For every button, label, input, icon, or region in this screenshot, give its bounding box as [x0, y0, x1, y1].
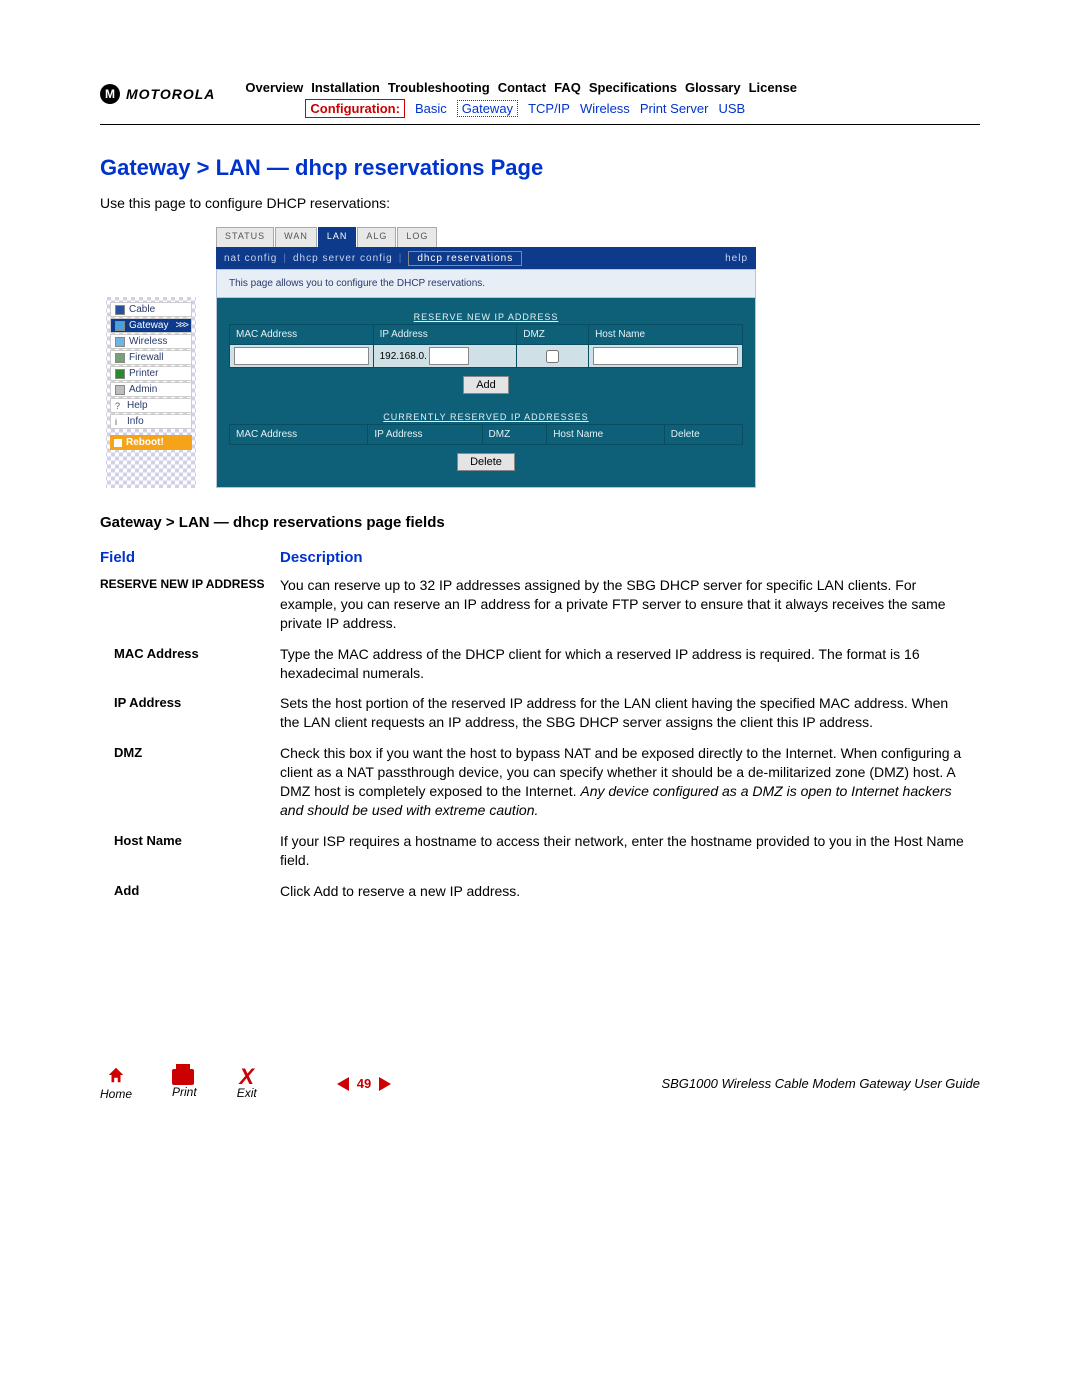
- guide-title: SBG1000 Wireless Cable Modem Gateway Use…: [661, 1076, 980, 1091]
- nav-installation[interactable]: Installation: [311, 80, 380, 95]
- ip-prefix: 192.168.0.: [378, 351, 429, 362]
- ip-address-input[interactable]: [429, 347, 469, 365]
- nav-contact[interactable]: Contact: [498, 80, 546, 95]
- field-name: Add: [100, 876, 280, 907]
- sidenav-info[interactable]: iInfo: [110, 414, 192, 429]
- field-desc: You can reserve up to 32 IP addresses as…: [280, 570, 980, 639]
- field-name: MAC Address: [100, 639, 280, 689]
- pager: 49: [337, 1076, 391, 1091]
- sidenav-firewall[interactable]: Firewall: [110, 350, 192, 365]
- nav-license[interactable]: License: [749, 80, 797, 95]
- tab-status[interactable]: STATUS: [216, 227, 274, 247]
- nav-glossary[interactable]: Glossary: [685, 80, 741, 95]
- next-page-icon[interactable]: [379, 1077, 391, 1091]
- header: M MOTOROLA Overview Installation Troublesh…: [100, 80, 980, 125]
- brand-name: MOTOROLA: [126, 86, 215, 102]
- tab-lan[interactable]: LAN: [318, 227, 357, 247]
- subtab-dhcp-reservations[interactable]: dhcp reservations: [408, 251, 522, 266]
- nav-faq[interactable]: FAQ: [554, 80, 581, 95]
- page-title: Gateway > LAN — dhcp reservations Page: [100, 155, 980, 181]
- reserve-new-table: MAC AddressIP AddressDMZHost Name 192.16…: [229, 324, 743, 368]
- field-desc: Sets the host portion of the reserved IP…: [280, 688, 980, 738]
- footer-print[interactable]: Print: [172, 1069, 197, 1099]
- brand-logo: M MOTOROLA: [100, 84, 215, 104]
- motorola-icon: M: [100, 84, 120, 104]
- field-desc: Type the MAC address of the DHCP client …: [280, 639, 980, 689]
- sidenav-printer[interactable]: Printer: [110, 366, 192, 381]
- field-desc: If your ISP requires a hostname to acces…: [280, 826, 980, 876]
- nav-configuration[interactable]: Configuration:: [305, 99, 405, 118]
- close-icon: X: [237, 1068, 257, 1086]
- nav-troubleshooting[interactable]: Troubleshooting: [388, 80, 490, 95]
- document-page: M MOTOROLA Overview Installation Troublesh…: [0, 0, 1080, 1141]
- sidenav-admin[interactable]: Admin: [110, 382, 192, 397]
- subtab-nat-config[interactable]: nat config: [224, 253, 277, 264]
- tab-log[interactable]: LOG: [397, 227, 437, 247]
- sidenav-reboot[interactable]: Reboot!: [110, 435, 192, 450]
- nav-specifications[interactable]: Specifications: [589, 80, 677, 95]
- fields-table: Field Description RESERVE NEW IP ADDRESS…: [100, 545, 980, 906]
- top-nav: Overview Installation Troubleshooting Conta…: [245, 80, 980, 118]
- sidenav-wireless[interactable]: Wireless: [110, 334, 192, 349]
- field-name: RESERVE NEW IP ADDRESS: [100, 570, 280, 639]
- subnav-tcpip[interactable]: TCP/IP: [528, 101, 570, 116]
- reserved-list-title: CURRENTLY RESERVED IP ADDRESSES: [229, 412, 743, 422]
- subtab-dhcp-server-config[interactable]: dhcp server config: [293, 253, 393, 264]
- add-button[interactable]: Add: [463, 376, 509, 394]
- intro-text: Use this page to configure DHCP reservat…: [100, 195, 980, 211]
- nav-overview[interactable]: Overview: [245, 80, 303, 95]
- host-name-input[interactable]: [593, 347, 738, 365]
- tab-wan[interactable]: WAN: [275, 227, 317, 247]
- field-desc: Check this box if you want the host to b…: [280, 738, 980, 826]
- field-name: Host Name: [100, 826, 280, 876]
- panel-description: This page allows you to configure the DH…: [216, 269, 756, 297]
- router-tabs: STATUSWANLANALGLOG: [216, 227, 756, 247]
- page-number: 49: [357, 1076, 371, 1091]
- dmz-checkbox[interactable]: [546, 350, 559, 363]
- sidenav-help[interactable]: ?Help: [110, 398, 192, 413]
- fields-section-title: Gateway > LAN — dhcp reservations page f…: [100, 514, 980, 531]
- reserved-list-table: MAC AddressIP AddressDMZHost NameDelete: [229, 424, 743, 445]
- footer-home[interactable]: Home: [100, 1066, 132, 1101]
- sidenav-gateway[interactable]: Gateway>>>: [110, 318, 192, 333]
- home-icon: [107, 1066, 125, 1084]
- config-screenshot: CableGateway>>>WirelessFirewallPrinterAd…: [106, 227, 980, 488]
- subnav-gateway[interactable]: Gateway: [457, 100, 518, 117]
- field-desc: Click Add to reserve a new IP address.: [280, 876, 980, 907]
- panel-body: RESERVE NEW IP ADDRESS MAC AddressIP Add…: [216, 297, 756, 488]
- subnav-printserver[interactable]: Print Server: [640, 101, 709, 116]
- field-name: IP Address: [100, 688, 280, 738]
- footer-exit[interactable]: X Exit: [237, 1068, 257, 1100]
- delete-button[interactable]: Delete: [457, 453, 515, 471]
- subnav-usb[interactable]: USB: [718, 101, 745, 116]
- col-description: Description: [280, 545, 980, 570]
- sidenav-cable[interactable]: Cable: [110, 302, 192, 317]
- subnav-basic[interactable]: Basic: [415, 101, 447, 116]
- router-sidenav: CableGateway>>>WirelessFirewallPrinterAd…: [106, 297, 196, 488]
- tab-alg[interactable]: ALG: [357, 227, 396, 247]
- router-subtabs: nat config|dhcp server config|dhcp reser…: [216, 247, 756, 269]
- print-icon: [172, 1069, 194, 1085]
- subnav-wireless[interactable]: Wireless: [580, 101, 630, 116]
- field-name: DMZ: [100, 738, 280, 826]
- reserve-new-title: RESERVE NEW IP ADDRESS: [229, 312, 743, 322]
- help-link[interactable]: help: [725, 253, 748, 264]
- router-panel: STATUSWANLANALGLOG nat config|dhcp serve…: [216, 227, 756, 488]
- prev-page-icon[interactable]: [337, 1077, 349, 1091]
- mac-address-input[interactable]: [234, 347, 369, 365]
- page-footer: Home Print X Exit 49 SBG1000 Wireless Ca…: [100, 1066, 980, 1101]
- col-field: Field: [100, 545, 280, 570]
